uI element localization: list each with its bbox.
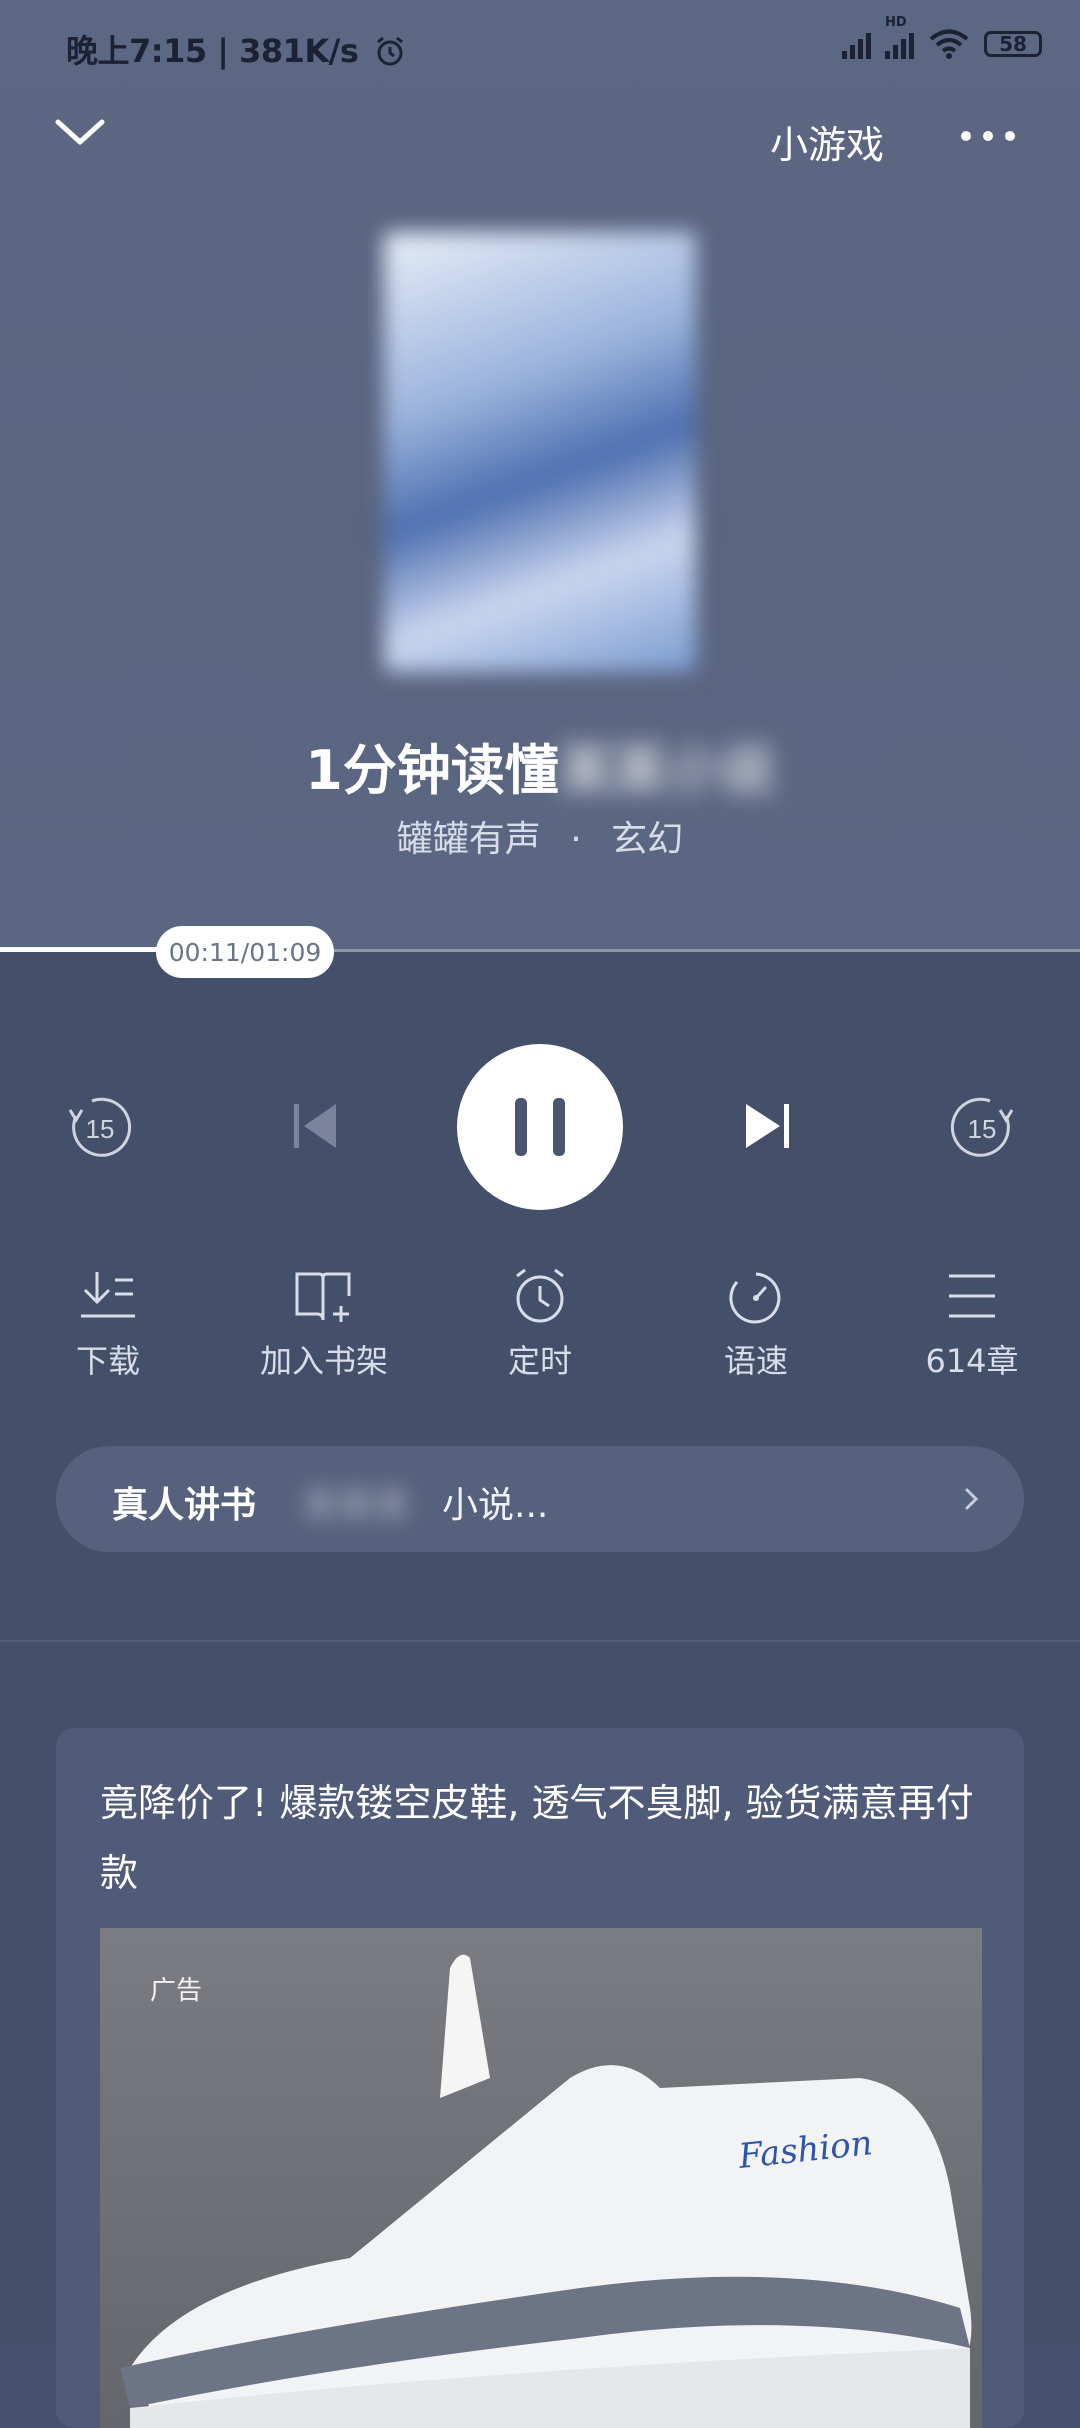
book-title: 1分钟读懂某某小说 xyxy=(0,726,1080,805)
chevron-right-icon xyxy=(965,1488,979,1510)
hd-badge: HD xyxy=(885,15,907,30)
cell-signal-icon xyxy=(842,29,871,59)
more-options-icon[interactable] xyxy=(958,124,1018,148)
next-chapter-button[interactable] xyxy=(740,1100,796,1152)
book-title-obscured: 某某小说 xyxy=(558,739,775,802)
pause-button[interactable] xyxy=(457,1044,623,1210)
meta-separator: · xyxy=(570,819,582,860)
real-narration-bar[interactable]: 真人讲书 某某某 小说... xyxy=(56,1446,1024,1552)
speed-button[interactable]: 语速 xyxy=(676,1266,836,1382)
chapter-list-button[interactable]: 614章 xyxy=(892,1266,1052,1382)
status-left: 晚上7:15 | 381K/s xyxy=(66,26,407,72)
book-cover xyxy=(384,232,696,672)
alarm-timer-icon xyxy=(516,1268,564,1323)
collapse-chevron-icon[interactable] xyxy=(50,108,110,158)
status-right: HD 58 xyxy=(842,15,1042,60)
status-time-speed: 晚上7:15 | 381K/s xyxy=(66,32,359,70)
forward-seconds-label: 15 xyxy=(968,1114,997,1144)
forward-15-button[interactable]: 15 xyxy=(948,1092,1020,1164)
book-title-visible: 1分钟读懂 xyxy=(305,739,559,802)
chapter-count-label: 614章 xyxy=(925,1342,1019,1380)
ad-image[interactable]: Fashion 广告 xyxy=(100,1928,982,2428)
book-genre: 玄幻 xyxy=(611,819,684,860)
add-bookshelf-label: 加入书架 xyxy=(259,1342,388,1380)
narration-title: 真人讲书 xyxy=(112,1485,257,1526)
pause-icon xyxy=(515,1098,565,1156)
hd-signal-icon: HD xyxy=(885,15,914,59)
rewind-seconds-label: 15 xyxy=(86,1114,115,1144)
rewind-15-button[interactable]: 15 xyxy=(62,1092,134,1164)
section-divider xyxy=(0,1640,1080,1642)
timer-label: 定时 xyxy=(507,1342,572,1380)
ad-headline[interactable]: 竟降价了! 爆款镂空皮鞋, 透气不臭脚, 验货满意再付款 xyxy=(100,1768,1000,1908)
narration-obscured: 某某某 xyxy=(302,1485,411,1526)
narration-text: 小说... xyxy=(442,1485,549,1526)
battery-icon: 58 xyxy=(984,31,1042,57)
speed-label: 语速 xyxy=(723,1342,788,1380)
ad-card[interactable]: 竟降价了! 爆款镂空皮鞋, 透气不臭脚, 验货满意再付款 Fashion 广告 xyxy=(56,1728,1024,2428)
timer-button[interactable]: 定时 xyxy=(460,1266,620,1382)
add-to-bookshelf-button[interactable]: 加入书架 xyxy=(244,1266,404,1382)
wifi-icon xyxy=(929,29,969,59)
shoe-image: Fashion xyxy=(120,1954,972,2428)
time-display: 00:11/01:09 xyxy=(168,937,322,967)
book-author[interactable]: 罐罐有声 xyxy=(397,819,541,860)
progress-thumb[interactable]: 00:11/01:09 xyxy=(156,926,334,978)
download-button[interactable]: 下载 xyxy=(28,1266,188,1382)
book-meta: 罐罐有声 · 玄幻 xyxy=(0,810,1080,862)
download-label: 下载 xyxy=(75,1342,140,1380)
add-bookshelf-icon xyxy=(295,1272,351,1322)
download-icon xyxy=(81,1272,135,1318)
status-bar: 晚上7:15 | 381K/s HD 58 xyxy=(0,0,1080,96)
speed-icon xyxy=(729,1272,781,1324)
chapter-list-icon xyxy=(949,1274,995,1318)
mini-games-button[interactable]: 小游戏 xyxy=(770,114,884,169)
previous-chapter-button[interactable] xyxy=(288,1100,344,1152)
alarm-status-icon xyxy=(377,36,403,66)
progress-fill xyxy=(0,947,173,952)
ad-label: 广告 xyxy=(150,1976,203,2006)
battery-level: 58 xyxy=(999,32,1027,56)
